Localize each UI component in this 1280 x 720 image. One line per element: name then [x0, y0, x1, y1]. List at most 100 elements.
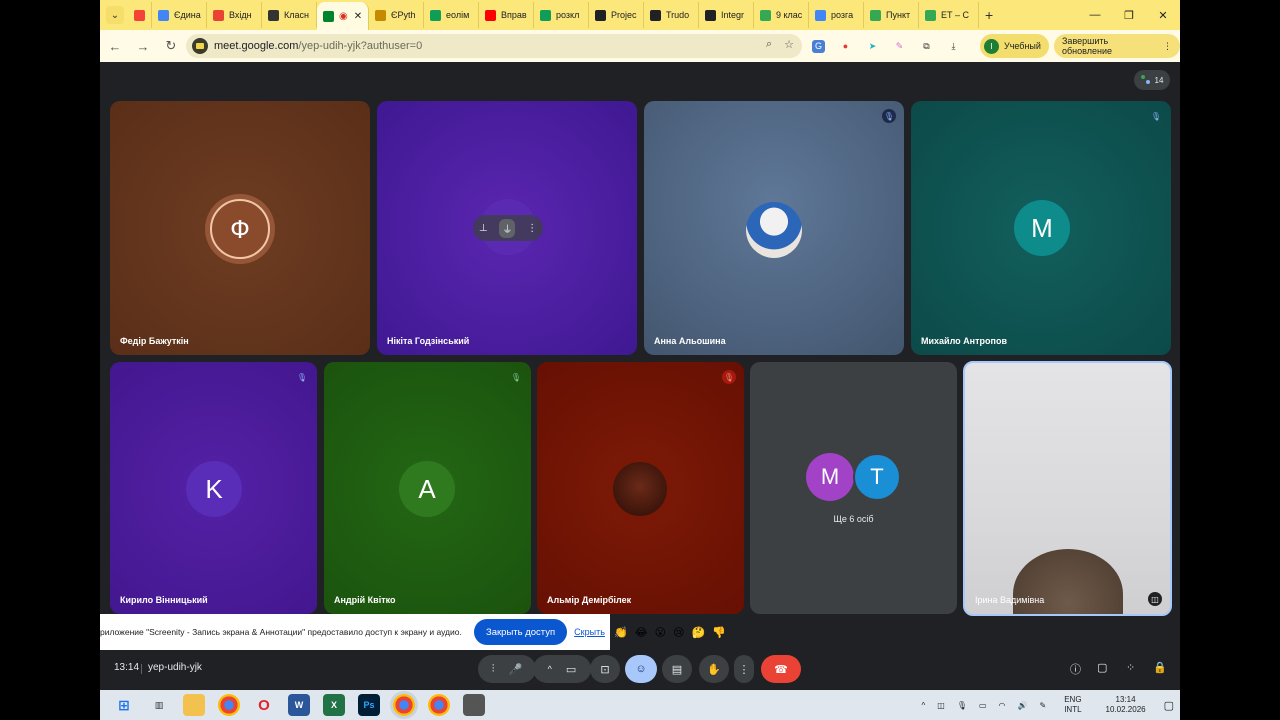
forward-button[interactable]: → — [130, 33, 156, 59]
captions-button[interactable]: ▤ — [662, 655, 692, 683]
stop-sharing-button[interactable]: Закрыть доступ — [474, 619, 568, 645]
brush-extension-icon[interactable]: ✎ — [893, 40, 906, 53]
host-controls-icon[interactable]: 🔒 — [1153, 661, 1167, 674]
raise-hand-button[interactable]: ✋ — [699, 655, 729, 683]
reaction-surprised[interactable]: 😮 — [655, 626, 666, 639]
opera-icon[interactable]: O — [253, 694, 275, 716]
wifi-icon[interactable]: ◠ — [999, 701, 1006, 710]
participant-count-badge[interactable]: 14 — [1134, 70, 1170, 90]
hide-banner-link[interactable]: Скрыть — [574, 627, 605, 637]
participant-tile[interactable]: 🎙 Альмір Демірбілек — [537, 362, 744, 614]
microphone-icon[interactable]: 🎙 — [957, 701, 967, 710]
translate-extension-icon[interactable]: G — [812, 39, 825, 53]
tab-search-button[interactable]: ⌄ — [106, 6, 124, 24]
meet-tray-icon[interactable]: ◫ — [937, 701, 945, 710]
chevron-up-icon[interactable]: ^ — [922, 701, 926, 710]
clock[interactable]: 13:14 10.02.2026 — [1100, 695, 1152, 715]
participant-tile[interactable]: 🎙 M Михайло Антропов — [911, 101, 1171, 355]
update-button[interactable]: Завершить обновление ⋮ — [1054, 34, 1180, 58]
app-icon[interactable] — [463, 694, 485, 716]
chrome-icon[interactable] — [393, 694, 415, 716]
tab[interactable]: ЕТ – С — [919, 2, 979, 28]
close-window-button[interactable]: ✕ — [1146, 0, 1180, 30]
camera-icon[interactable]: ▭ — [566, 663, 576, 676]
bookmark-star-icon[interactable]: ☆ — [784, 38, 794, 51]
microphone-icon[interactable]: 🎤 — [509, 663, 523, 676]
info-icon[interactable]: ⓘ — [1070, 661, 1081, 677]
tab[interactable]: Вхідн — [207, 2, 262, 28]
reaction-laugh[interactable]: 😂 — [635, 626, 648, 639]
participant-tile[interactable]: Ф Федір Бажуткін — [110, 101, 370, 355]
chrome-icon[interactable] — [218, 694, 240, 716]
puzzle-extensions-icon[interactable]: ⧉ — [920, 40, 933, 53]
battery-icon[interactable]: ▭ — [979, 701, 987, 710]
restore-button[interactable]: ❐ — [1112, 0, 1146, 30]
reaction-thumbs-down[interactable]: 👎 — [712, 626, 726, 639]
more-participants-tile[interactable]: M T Ще 6 осіб — [750, 362, 957, 614]
close-tab-icon[interactable]: ✕ — [354, 11, 362, 22]
participant-tile[interactable]: ⊥ ⏚ ⋮ Нікіта Годзінський — [377, 101, 637, 355]
photoshop-icon[interactable]: Ps — [358, 694, 380, 716]
leave-call-button[interactable]: ☎ — [761, 655, 801, 683]
zoom-icon[interactable]: ⌕ — [766, 38, 772, 51]
chrome-icon[interactable] — [428, 694, 450, 716]
volume-icon[interactable]: 🔊 — [1018, 701, 1028, 710]
tab[interactable]: Єдина — [152, 2, 207, 28]
background-effects-icon[interactable]: ◫ — [1148, 592, 1162, 606]
participant-tile[interactable]: 🎙 K Кирило Вінницький — [110, 362, 317, 614]
tab[interactable]: еолім — [424, 2, 479, 28]
tab[interactable]: розкл — [534, 2, 589, 28]
tab-label: Єдина — [174, 10, 201, 20]
participant-tile[interactable]: 🎙 Анна Альошина — [644, 101, 904, 355]
tab[interactable]: Пункт — [864, 2, 919, 28]
task-view-icon[interactable]: ▥ — [148, 694, 170, 716]
reload-button[interactable]: ↻ — [158, 33, 184, 59]
tab[interactable]: Вправ — [479, 2, 534, 28]
windows-start-icon[interactable]: ⊞ — [113, 694, 135, 716]
browser-window: ⌄ Єдина Вхідн Класн ◉ ✕ ЄPyth еолім Вправ розкл P… — [100, 0, 1180, 690]
participant-tile[interactable]: 🎙 A Андрій Квітко — [324, 362, 531, 614]
tab[interactable]: ЄPyth — [369, 2, 424, 28]
tab[interactable]: ◉ ✕ — [317, 2, 369, 30]
tab[interactable]: 9 клас — [754, 2, 809, 28]
profile-button[interactable]: I Учебный — [980, 34, 1049, 58]
back-button[interactable]: ← — [102, 33, 128, 59]
audio-levels-icon[interactable]: ⫶ — [492, 663, 495, 676]
more-options-button[interactable]: ⋮ — [734, 655, 754, 683]
more-vert-icon[interactable]: ⋮ — [527, 223, 537, 234]
participant-count: 14 — [1154, 75, 1164, 85]
address-bar[interactable]: meet.google.com/yep-udih-yjk?authuser=0 … — [186, 34, 802, 58]
reaction-thinking[interactable]: 🤔 — [692, 626, 706, 639]
tab[interactable]: Integr — [699, 2, 754, 28]
reactions-button[interactable]: ☺ — [625, 655, 657, 683]
activities-icon[interactable]: ⁘ — [1126, 661, 1135, 674]
chevron-up-icon[interactable]: ^ — [548, 664, 552, 674]
word-icon[interactable]: W — [288, 694, 310, 716]
tab[interactable]: Класн — [262, 2, 317, 28]
tab[interactable]: розга — [809, 2, 864, 28]
language-indicator[interactable]: ENG INTL — [1058, 695, 1087, 715]
profile-photo — [613, 462, 667, 516]
lang-bottom: INTL — [1064, 705, 1082, 714]
tab[interactable]: Projec — [589, 2, 644, 28]
tab[interactable]: Trudo — [644, 2, 699, 28]
excel-icon[interactable]: X — [323, 694, 345, 716]
minimize-button[interactable]: — — [1078, 0, 1112, 30]
tab[interactable] — [128, 2, 152, 28]
new-tab-button[interactable]: + — [985, 7, 993, 23]
pen-icon[interactable]: ✎ — [1040, 701, 1047, 710]
record-extension-icon[interactable]: ● — [839, 40, 852, 53]
reaction-sad[interactable]: 😢 — [673, 626, 684, 639]
participant-name: Альмір Демірбілек — [547, 595, 632, 605]
self-view-tile[interactable]: Ірина Вадимівна ◫ — [963, 361, 1172, 616]
present-button[interactable]: ⊡ — [590, 655, 620, 683]
arrow-extension-icon[interactable]: ➤ — [866, 40, 879, 53]
pin-icon[interactable]: ⊥ — [479, 223, 488, 234]
download-icon[interactable]: ⤓ — [947, 40, 960, 53]
mic-levels-icon[interactable]: ⏚ — [499, 218, 516, 238]
tab-label: Класн — [284, 10, 309, 20]
reaction-clap[interactable]: 👏 — [614, 626, 628, 639]
notifications-icon[interactable]: ▢ — [1164, 699, 1174, 712]
chat-icon[interactable]: ▢ — [1097, 661, 1107, 674]
file-explorer-icon[interactable] — [183, 694, 205, 716]
